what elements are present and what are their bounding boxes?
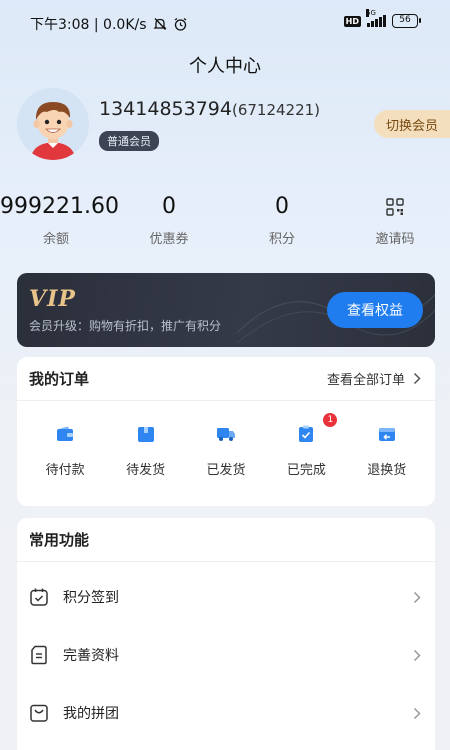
stat-coupons-value: 0 — [162, 194, 176, 219]
orders-row: 待付款 待发货 已发货 1 已完成 退换货 — [17, 413, 435, 478]
wallet-icon — [54, 423, 76, 445]
stat-points-label: 积分 — [268, 232, 295, 247]
vip-card: VIP 会员升级：购物有折扣，推广有积分 查看权益 — [17, 273, 435, 347]
order-returns[interactable]: 退换货 — [352, 423, 422, 478]
order-pending-shipment[interactable]: 待发货 — [111, 423, 181, 478]
signal-icon: 5G — [366, 9, 386, 27]
bell-muted-icon — [152, 18, 167, 30]
function-sign-in[interactable]: 积分签到 — [17, 568, 435, 626]
function-complete-profile-label: 完善资料 — [63, 648, 119, 664]
hd-icon: HD — [343, 15, 361, 27]
functions-title: 常用功能 — [29, 531, 90, 549]
function-group-buy-label: 我的拼团 — [63, 706, 119, 722]
page-title: 个人中心 — [189, 56, 261, 77]
function-group-buy[interactable]: 我的拼团 — [17, 684, 435, 742]
vip-logo: VIP — [29, 286, 76, 312]
orders-title: 我的订单 — [29, 370, 90, 388]
order-pending-payment[interactable]: 待付款 — [30, 423, 100, 478]
avatar[interactable] — [17, 88, 89, 160]
chevron-right-icon — [413, 591, 421, 603]
return-icon — [376, 423, 398, 445]
network-type: 5G — [366, 9, 376, 17]
stat-balance[interactable]: 999221.60 余额 — [0, 192, 119, 247]
document-icon — [31, 645, 47, 665]
chevron-right-icon — [413, 649, 421, 661]
stat-balance-label: 余额 — [42, 232, 69, 247]
view-all-orders-label: 查看全部订单 — [326, 373, 405, 388]
status-left: 下午3:08 | 0.0K/s — [30, 14, 188, 34]
orders-card: 我的订单 查看全部订单 待付款 待发货 已发货 1 已完成 退换货 — [17, 357, 435, 506]
qrcode-icon — [339, 192, 450, 222]
bag-icon — [30, 704, 48, 722]
functions-header: 常用功能 — [17, 518, 435, 562]
order-completed-badge: 1 — [323, 413, 338, 427]
phone-number: 13414853794 — [99, 98, 232, 120]
user-id: (67124221) — [231, 101, 321, 119]
status-right: HD 5G 56 — [343, 9, 421, 28]
avatar-illustration — [17, 88, 89, 160]
truck-icon — [215, 423, 237, 445]
switch-member-button[interactable]: 切换会员 — [374, 110, 450, 138]
chevron-right-icon — [413, 707, 421, 719]
battery-icon: 56 — [392, 14, 421, 28]
vip-description: 会员升级：购物有折扣，推广有积分 — [29, 319, 222, 333]
alarm-icon — [174, 17, 186, 31]
orders-header: 我的订单 查看全部订单 — [17, 357, 435, 401]
view-benefits-button[interactable]: 查看权益 — [327, 292, 423, 328]
stat-coupons[interactable]: 0 优惠券 — [113, 192, 225, 247]
functions-card: 常用功能 积分签到 完善资料 我的拼团 — [17, 518, 435, 750]
stat-points-value: 0 — [275, 194, 289, 219]
clipboard-check-icon: 1 — [295, 413, 338, 445]
function-complete-profile-left: 完善资料 — [29, 645, 119, 665]
stat-coupons-label: 优惠券 — [149, 232, 189, 247]
stat-invite-code[interactable]: 邀请码 — [339, 192, 450, 247]
order-completed-label: 已完成 — [286, 463, 326, 478]
battery-level: 56 — [399, 15, 411, 25]
chevron-right-icon — [413, 372, 421, 385]
calendar-check-icon — [30, 588, 48, 606]
function-group-buy-left: 我的拼团 — [29, 703, 119, 723]
order-shipped[interactable]: 已发货 — [191, 423, 261, 478]
status-bar: 下午3:08 | 0.0K/s HD 5G 56 — [0, 0, 450, 46]
function-sign-in-left: 积分签到 — [29, 587, 119, 607]
user-phone: 13414853794(67124221) — [99, 98, 320, 120]
order-pending-shipment-label: 待发货 — [126, 463, 166, 478]
view-all-orders-link[interactable]: 查看全部订单 — [327, 369, 421, 388]
function-sign-in-label: 积分签到 — [63, 590, 119, 606]
stat-balance-value: 999221.60 — [0, 194, 119, 219]
box-icon — [135, 423, 157, 445]
order-shipped-label: 已发货 — [206, 463, 246, 478]
stat-invite-code-label: 邀请码 — [375, 232, 415, 247]
order-returns-label: 退换货 — [367, 463, 407, 478]
function-complete-profile[interactable]: 完善资料 — [17, 626, 435, 684]
member-level-badge: 普通会员 — [99, 131, 159, 151]
order-pending-payment-label: 待付款 — [45, 463, 85, 478]
order-completed[interactable]: 1 已完成 — [271, 413, 341, 478]
stat-points[interactable]: 0 积分 — [226, 192, 338, 247]
status-time-speed: 下午3:08 | 0.0K/s — [30, 17, 147, 33]
